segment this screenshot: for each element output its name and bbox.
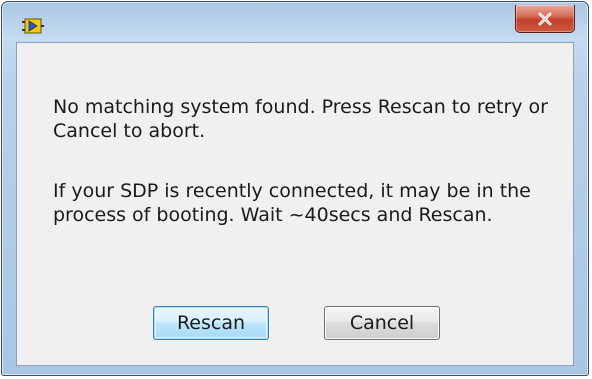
dialog-window: No matching system found. Press Rescan t… (1, 1, 589, 376)
labview-app-icon (22, 16, 44, 36)
dialog-body: No matching system found. Press Rescan t… (16, 42, 574, 366)
close-button[interactable] (515, 5, 575, 33)
close-icon (537, 12, 553, 26)
cancel-button[interactable]: Cancel (324, 306, 440, 340)
rescan-button[interactable]: Rescan (153, 306, 269, 340)
message-text-1: No matching system found. Press Rescan t… (53, 96, 548, 142)
message-text-2: If your SDP is recently connected, it ma… (53, 180, 531, 226)
title-bar[interactable] (2, 2, 588, 42)
